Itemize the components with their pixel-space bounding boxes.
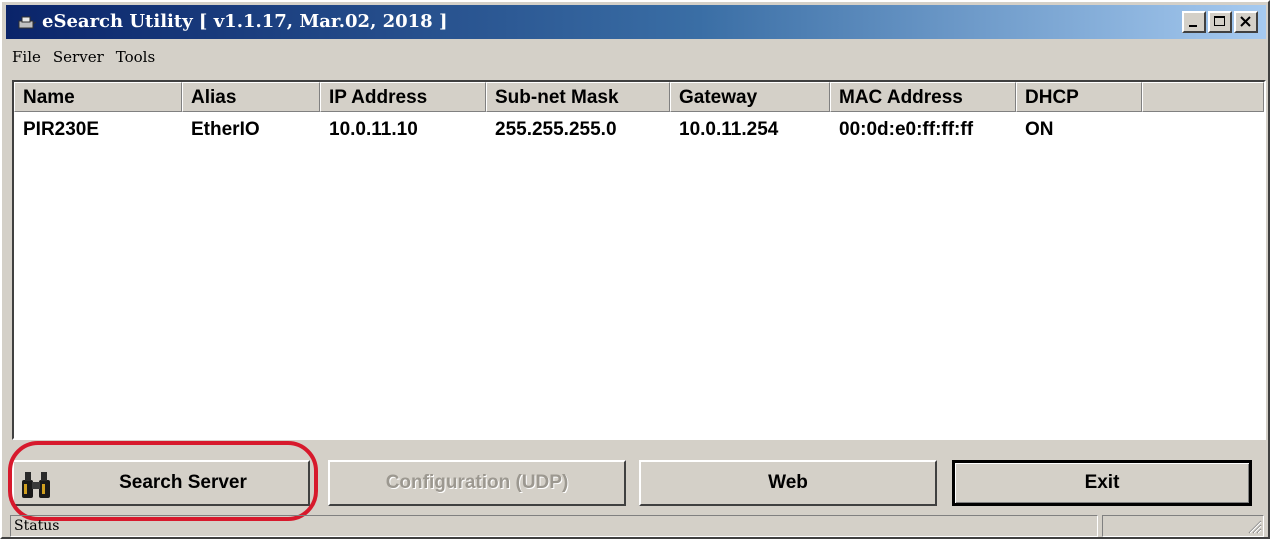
column-gateway[interactable]: Gateway [670,82,830,112]
column-dhcp[interactable]: DHCP [1016,82,1142,112]
search-server-button[interactable]: Search Server [12,460,310,506]
column-alias[interactable]: Alias [182,82,320,112]
exit-label: Exit [1084,472,1120,493]
status-panel-secondary [1102,515,1264,537]
menu-server[interactable]: Server [47,46,110,70]
column-filler [1142,82,1264,112]
resize-grip-icon[interactable] [1248,520,1262,534]
menu-file[interactable]: File [6,46,47,70]
column-ip-address[interactable]: IP Address [320,82,486,112]
exit-button[interactable]: Exit [952,460,1252,506]
list-header: Name Alias IP Address Sub-net Mask Gatew… [14,82,1264,112]
cell-gateway: 10.0.11.254 [679,119,779,140]
web-label: Web [768,472,808,493]
cell-dhcp: ON [1025,119,1054,140]
web-button[interactable]: Web [639,460,937,506]
table-row[interactable]: PIR230E EtherIO 10.0.11.10 255.255.255.0… [14,116,1264,146]
maximize-button[interactable] [1208,11,1232,33]
app-icon [18,16,36,29]
minimize-icon [1189,25,1197,27]
column-name[interactable]: Name [14,82,182,112]
cell-ip-address: 10.0.11.10 [329,119,418,140]
status-text: Status [10,515,1098,537]
binoculars-icon [22,472,50,498]
cell-mac-address: 00:0d:e0:ff:ff:ff [839,119,974,140]
configuration-label: Configuration (UDP) [385,472,569,493]
maximize-icon [1214,16,1225,26]
app-window: eSearch Utility [ v1.1.17, Mar.02, 2018 … [0,0,1270,539]
minimize-button[interactable] [1182,11,1206,33]
menu-tools[interactable]: Tools [110,46,161,70]
cell-alias: EtherIO [191,119,260,140]
column-subnet-mask[interactable]: Sub-net Mask [486,82,670,112]
column-mac-address[interactable]: MAC Address [830,82,1016,112]
window-title: eSearch Utility [ v1.1.17, Mar.02, 2018 … [42,11,448,32]
title-bar[interactable]: eSearch Utility [ v1.1.17, Mar.02, 2018 … [6,5,1266,39]
close-button[interactable] [1234,11,1258,33]
menu-bar: File Server Tools [6,46,161,70]
search-server-label: Search Server [119,472,247,493]
close-icon [1240,16,1251,27]
cell-name: PIR230E [23,119,100,140]
configuration-button[interactable]: Configuration (UDP) [328,460,626,506]
cell-subnet-mask: 255.255.255.0 [495,119,617,140]
server-list[interactable]: Name Alias IP Address Sub-net Mask Gatew… [12,80,1266,440]
status-bar: Status [6,515,1268,537]
